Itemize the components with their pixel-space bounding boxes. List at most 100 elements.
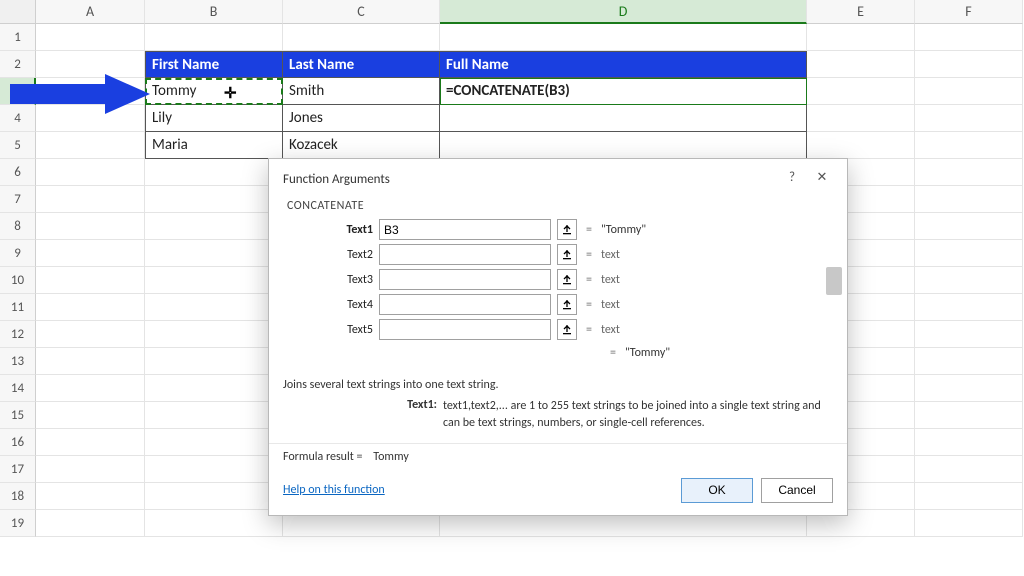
cell-B3[interactable]: Tommy (145, 78, 283, 105)
cell-E3[interactable] (807, 78, 915, 105)
cell-D4[interactable] (440, 105, 807, 132)
col-head-F[interactable]: F (915, 0, 1023, 24)
row-head-19[interactable]: 19 (0, 510, 36, 537)
dialog-close-button[interactable]: ✕ (807, 167, 837, 191)
ref-select-button-0[interactable] (557, 219, 577, 240)
col-head-D[interactable]: D (440, 0, 807, 24)
cell-B15[interactable] (145, 402, 283, 429)
row-head-6[interactable]: 6 (0, 159, 36, 186)
cell-B17[interactable] (145, 456, 283, 483)
cell-B13[interactable] (145, 348, 283, 375)
cell-D3[interactable]: =CONCATENATE(B3) (440, 78, 807, 105)
ref-select-button-4[interactable] (557, 319, 577, 340)
cell-D2[interactable]: Full Name (440, 51, 807, 78)
cell-C1[interactable] (283, 24, 440, 51)
cell-F17[interactable] (915, 456, 1023, 483)
cell-F10[interactable] (915, 267, 1023, 294)
row-head-9[interactable]: 9 (0, 240, 36, 267)
cell-F3[interactable] (915, 78, 1023, 105)
cell-F7[interactable] (915, 186, 1023, 213)
ref-select-button-2[interactable] (557, 269, 577, 290)
cell-D1[interactable] (440, 24, 807, 51)
row-head-18[interactable]: 18 (0, 483, 36, 510)
cell-A9[interactable] (36, 240, 145, 267)
cell-C3[interactable]: Smith (283, 78, 440, 105)
row-head-8[interactable]: 8 (0, 213, 36, 240)
cell-B6[interactable] (145, 159, 283, 186)
cell-F13[interactable] (915, 348, 1023, 375)
cell-A18[interactable] (36, 483, 145, 510)
cell-B9[interactable] (145, 240, 283, 267)
cell-F1[interactable] (915, 24, 1023, 51)
cell-A13[interactable] (36, 348, 145, 375)
cell-B8[interactable] (145, 213, 283, 240)
col-head-C[interactable]: C (283, 0, 440, 24)
cell-B7[interactable] (145, 186, 283, 213)
cell-E5[interactable] (807, 132, 915, 159)
cell-F14[interactable] (915, 375, 1023, 402)
cell-E1[interactable] (807, 24, 915, 51)
cell-B12[interactable] (145, 321, 283, 348)
cell-A7[interactable] (36, 186, 145, 213)
row-head-10[interactable]: 10 (0, 267, 36, 294)
cell-A10[interactable] (36, 267, 145, 294)
cell-B11[interactable] (145, 294, 283, 321)
args-scrollbar[interactable] (826, 267, 842, 295)
col-head-E[interactable]: E (807, 0, 915, 24)
cell-E4[interactable] (807, 105, 915, 132)
ok-button[interactable]: OK (681, 478, 753, 503)
row-head-12[interactable]: 12 (0, 321, 36, 348)
cell-B14[interactable] (145, 375, 283, 402)
ref-select-button-1[interactable] (557, 244, 577, 265)
col-head-B[interactable]: B (145, 0, 283, 24)
cell-B18[interactable] (145, 483, 283, 510)
cell-A15[interactable] (36, 402, 145, 429)
col-head-A[interactable]: A (36, 0, 145, 24)
row-head-11[interactable]: 11 (0, 294, 36, 321)
cell-B5[interactable]: Maria (145, 132, 283, 159)
cell-C4[interactable]: Jones (283, 105, 440, 132)
cell-B10[interactable] (145, 267, 283, 294)
cell-B16[interactable] (145, 429, 283, 456)
cell-D5[interactable] (440, 132, 807, 159)
cell-A6[interactable] (36, 159, 145, 186)
arg-input-3[interactable] (379, 294, 551, 315)
cell-B19[interactable] (145, 510, 283, 537)
cell-A12[interactable] (36, 321, 145, 348)
cell-F8[interactable] (915, 213, 1023, 240)
dialog-help-button[interactable]: ? (777, 167, 807, 191)
row-head-5[interactable]: 5 (0, 132, 36, 159)
cell-C2[interactable]: Last Name (283, 51, 440, 78)
cell-F5[interactable] (915, 132, 1023, 159)
cell-B1[interactable] (145, 24, 283, 51)
arg-input-1[interactable] (379, 244, 551, 265)
cell-C5[interactable]: Kozacek (283, 132, 440, 159)
arg-input-2[interactable] (379, 269, 551, 290)
cell-F4[interactable] (915, 105, 1023, 132)
row-head-17[interactable]: 17 (0, 456, 36, 483)
row-head-7[interactable]: 7 (0, 186, 36, 213)
select-all-corner[interactable] (0, 0, 36, 24)
cell-F12[interactable] (915, 321, 1023, 348)
row-head-1[interactable]: 1 (0, 24, 36, 51)
cell-F19[interactable] (915, 510, 1023, 537)
cell-F16[interactable] (915, 429, 1023, 456)
cell-A5[interactable] (36, 132, 145, 159)
cell-A11[interactable] (36, 294, 145, 321)
cancel-button[interactable]: Cancel (761, 478, 833, 503)
arg-input-0[interactable] (379, 219, 551, 240)
cell-E2[interactable] (807, 51, 915, 78)
arg-input-4[interactable] (379, 319, 551, 340)
cell-A16[interactable] (36, 429, 145, 456)
row-head-15[interactable]: 15 (0, 402, 36, 429)
cell-F18[interactable] (915, 483, 1023, 510)
cell-F9[interactable] (915, 240, 1023, 267)
cell-A8[interactable] (36, 213, 145, 240)
cell-F11[interactable] (915, 294, 1023, 321)
row-head-16[interactable]: 16 (0, 429, 36, 456)
cell-F15[interactable] (915, 402, 1023, 429)
cell-A17[interactable] (36, 456, 145, 483)
row-head-14[interactable]: 14 (0, 375, 36, 402)
help-link[interactable]: Help on this function (283, 483, 385, 497)
row-head-13[interactable]: 13 (0, 348, 36, 375)
